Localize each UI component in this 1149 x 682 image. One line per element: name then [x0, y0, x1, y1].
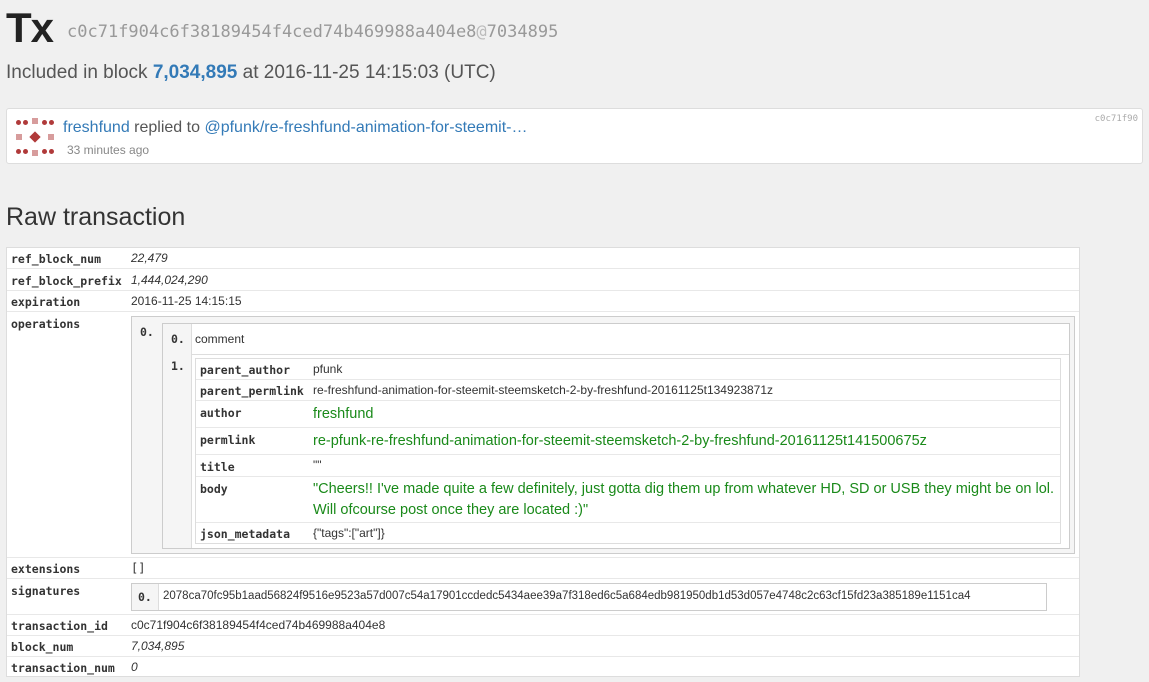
- key-ref-block-prefix: ref_block_prefix: [11, 274, 122, 288]
- key-operations: operations: [11, 317, 81, 331]
- included-in-block: Included in block 7,034,895 at 2016-11-2…: [6, 62, 496, 84]
- key-ref-block-num: ref_block_num: [11, 252, 102, 266]
- field-permlink: permlink re-pfunk-re-freshfund-animation…: [196, 428, 1060, 455]
- signature-index: 0.: [138, 590, 152, 604]
- value-json-metadata: {"tags":["art"]}: [313, 526, 385, 540]
- row-transaction-num: transaction_num 0: [7, 657, 1079, 677]
- row-expiration: expiration 2016-11-25 14:15:15: [7, 291, 1079, 312]
- value-expiration: 2016-11-25 14:15:15: [131, 294, 242, 308]
- operation-body-index: 1.: [171, 359, 185, 373]
- key-permlink: permlink: [200, 433, 256, 447]
- field-title: title "": [196, 455, 1060, 477]
- block-link[interactable]: 7,034,895: [153, 62, 238, 83]
- key-signatures: signatures: [11, 584, 81, 598]
- page-title: Tx: [6, 4, 54, 51]
- value-ref-block-prefix: 1,444,024,290: [131, 273, 208, 287]
- operation-fields: parent_author pfunk parent_permlink re-f…: [195, 358, 1061, 544]
- operation-card: freshfund replied to @pfunk/re-freshfund…: [6, 108, 1143, 164]
- key-transaction-id: transaction_id: [11, 619, 108, 633]
- operation-type-index-cell: 0.: [163, 324, 192, 354]
- row-block-num: block_num 7,034,895: [7, 636, 1079, 657]
- value-author: freshfund: [313, 406, 374, 422]
- card-timestamp: 33 minutes ago: [67, 143, 150, 157]
- value-transaction-id: c0c71f904c6f38189454f4ced74b469988a404e8: [131, 618, 386, 632]
- tx-hash-suffix: 7034895: [486, 22, 559, 42]
- tx-hash-value: c0c71f904c6f38189454f4ced74b469988a404e8: [67, 22, 477, 42]
- operation-type-row: 0. comment: [163, 324, 1069, 355]
- operation-type: comment: [195, 332, 245, 346]
- key-block-num: block_num: [11, 640, 74, 654]
- value-ref-block-num: 22,479: [131, 251, 168, 265]
- tx-hash: c0c71f904c6f38189454f4ced74b469988a404e8…: [67, 22, 558, 42]
- page-header: Tx c0c71f904c6f38189454f4ced74b469988a404…: [6, 4, 558, 52]
- card-tx-id[interactable]: c0c71f90: [1095, 114, 1138, 124]
- key-expiration: expiration: [11, 295, 81, 309]
- key-title: title: [200, 460, 235, 474]
- signature-item: 0. 2078ca70fc95b1aad56824f9516e9523a57d0…: [131, 583, 1047, 611]
- field-parent-author: parent_author pfunk: [196, 359, 1060, 380]
- row-extensions: extensions []: [7, 558, 1079, 579]
- field-body: body "Cheers!! I've made quite a few def…: [196, 477, 1060, 523]
- key-json-metadata: json_metadata: [200, 527, 291, 541]
- signature-value: 2078ca70fc95b1aad56824f9516e9523a57d007c…: [163, 590, 971, 602]
- raw-transaction-table: ref_block_num 22,479 ref_block_prefix 1,…: [6, 247, 1080, 677]
- operation-type-index: 0.: [171, 332, 185, 346]
- field-json-metadata: json_metadata {"tags":["art"]}: [196, 523, 1060, 543]
- key-extensions: extensions: [11, 562, 81, 576]
- key-transaction-num: transaction_num: [11, 661, 115, 675]
- signature-index-cell: 0.: [132, 584, 159, 610]
- author-link[interactable]: freshfund: [63, 119, 130, 136]
- key-parent-author: parent_author: [200, 363, 291, 377]
- value-title: "": [313, 458, 322, 472]
- value-body-line-1: "Cheers!! I've made quite a few definite…: [313, 481, 1055, 497]
- operation-item: 0. comment 1. parent_author pfunk parent…: [162, 323, 1070, 549]
- row-signatures: signatures 0. 2078ca70fc95b1aad56824f951…: [7, 579, 1079, 615]
- raw-transaction-heading: Raw transaction: [6, 203, 186, 231]
- key-body: body: [200, 482, 228, 496]
- value-permlink: re-pfunk-re-freshfund-animation-for-stee…: [313, 433, 927, 449]
- value-extensions: []: [131, 561, 146, 575]
- target-post-link[interactable]: @pfunk/re-freshfund-animation-for-steemi…: [204, 119, 527, 136]
- included-time: at 2016-11-25 14:15:03 (UTC): [242, 62, 496, 83]
- card-summary: freshfund replied to @pfunk/re-freshfund…: [63, 119, 527, 137]
- field-parent-permlink: parent_permlink re-freshfund-animation-f…: [196, 380, 1060, 401]
- card-verb: replied to: [134, 119, 200, 136]
- value-block-num: 7,034,895: [131, 639, 185, 653]
- value-body-line-2: Will ofcourse post once they are located…: [313, 502, 589, 518]
- included-prefix: Included in block: [6, 62, 148, 83]
- row-ref-block-prefix: ref_block_prefix 1,444,024,290: [7, 269, 1079, 291]
- key-author: author: [200, 406, 242, 420]
- operation-index: 0.: [140, 325, 154, 339]
- row-transaction-id: transaction_id c0c71f904c6f38189454f4ced…: [7, 615, 1079, 636]
- key-parent-permlink: parent_permlink: [200, 384, 304, 398]
- operations-list: 0. 0. comment 1. parent_author pfunk par…: [131, 316, 1075, 554]
- avatar[interactable]: [16, 118, 54, 156]
- value-parent-permlink: re-freshfund-animation-for-steemit-steem…: [313, 383, 774, 397]
- field-author: author freshfund: [196, 401, 1060, 428]
- row-ref-block-num: ref_block_num 22,479: [7, 248, 1079, 269]
- value-parent-author: pfunk: [313, 362, 343, 376]
- value-transaction-num: 0: [131, 660, 138, 674]
- tx-hash-at: @: [476, 22, 487, 42]
- operation-body-index-cell: 1.: [163, 354, 192, 548]
